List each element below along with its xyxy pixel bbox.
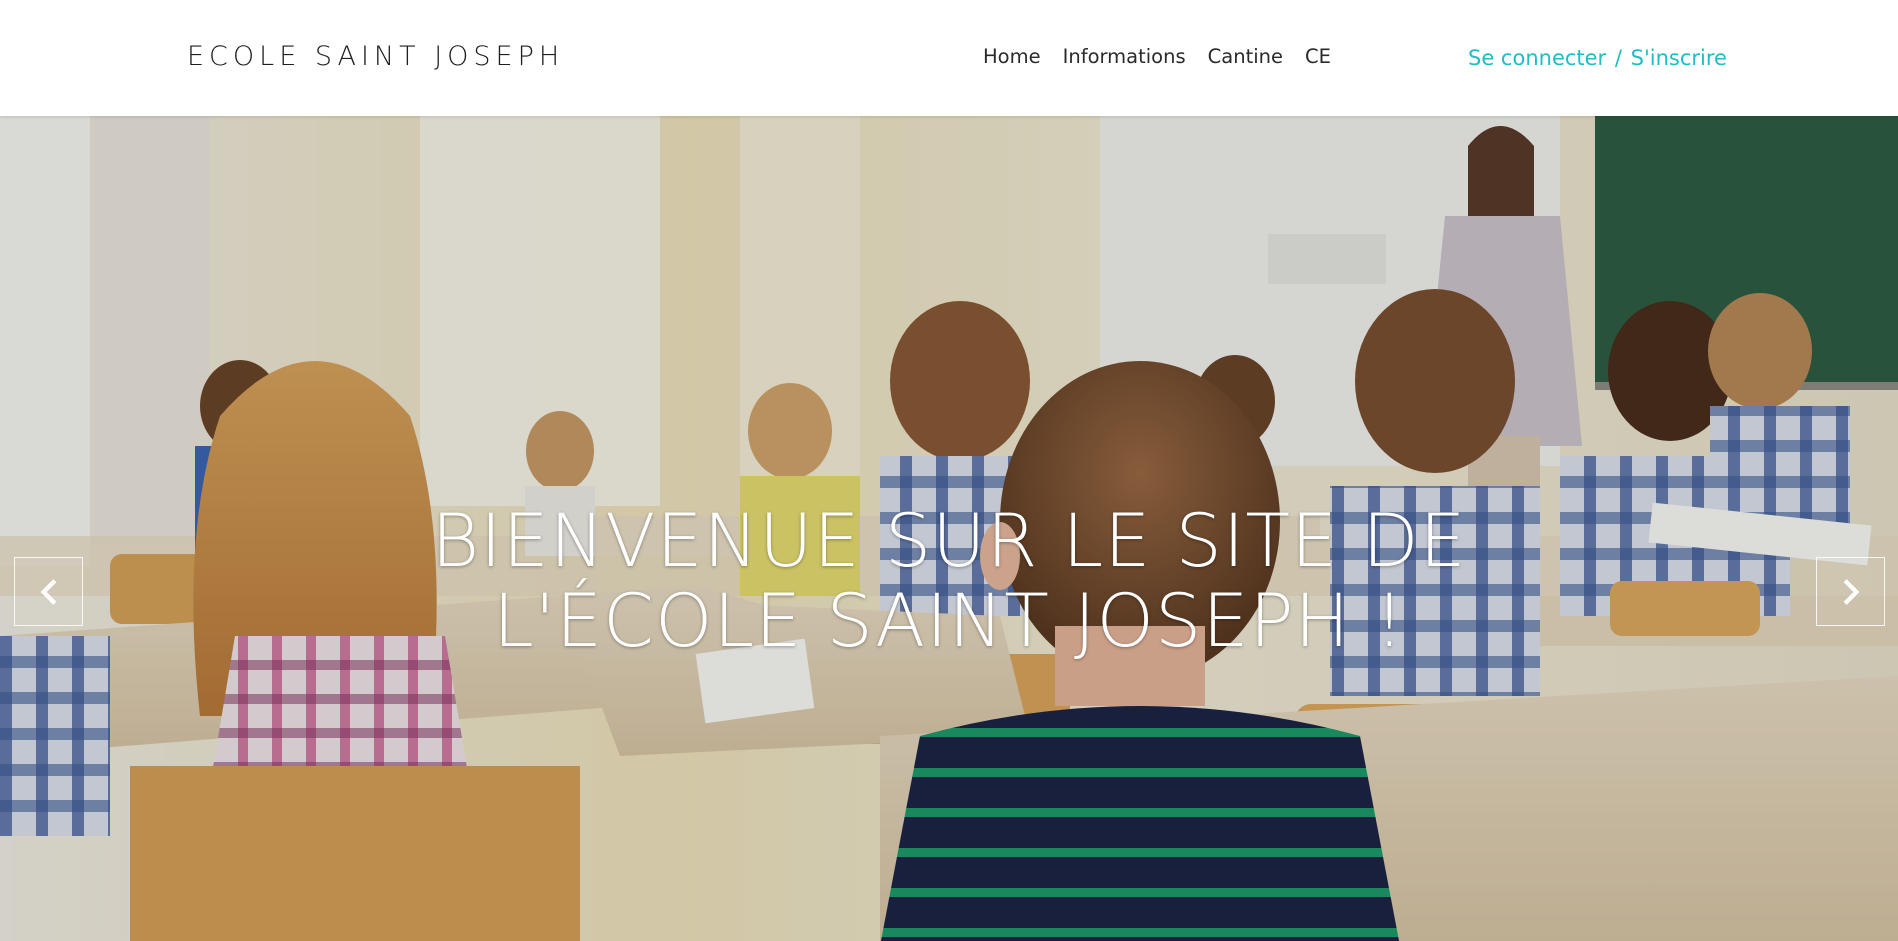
hero-carousel: BIENVENUE SUR LE SITE DE L'ÉCOLE SAINT J… <box>0 116 1898 941</box>
nav-item-home: Home <box>983 44 1063 70</box>
nav-item-ce: CE <box>1305 44 1353 70</box>
carousel-prev-button[interactable] <box>14 557 83 626</box>
auth-links: Se connecter / S'inscrire <box>1468 44 1727 72</box>
nav-item-informations: Informations <box>1063 44 1208 70</box>
nav-link-ce[interactable]: CE <box>1305 44 1331 70</box>
carousel-next-button[interactable] <box>1816 557 1885 626</box>
auth-separator: / <box>1614 46 1622 70</box>
chevron-left-icon <box>40 578 56 605</box>
hero-title-line-2: L'ÉCOLE SAINT JOSEPH ! <box>493 579 1405 664</box>
main-nav: Home Informations Cantine CE <box>983 44 1353 70</box>
site-header: ECOLE SAINT JOSEPH Home Informations Can… <box>0 0 1898 116</box>
register-link[interactable]: S'inscrire <box>1631 46 1727 70</box>
hero-title: BIENVENUE SUR LE SITE DE L'ÉCOLE SAINT J… <box>0 502 1898 662</box>
nav-link-home[interactable]: Home <box>983 44 1041 70</box>
login-link[interactable]: Se connecter <box>1468 46 1606 70</box>
nav-link-informations[interactable]: Informations <box>1063 44 1186 70</box>
nav-item-cantine: Cantine <box>1208 44 1305 70</box>
hero-title-line-1: BIENVENUE SUR LE SITE DE <box>431 499 1467 584</box>
site-logo-text[interactable]: ECOLE SAINT JOSEPH <box>187 39 564 75</box>
chevron-right-icon <box>1843 578 1859 605</box>
nav-link-cantine[interactable]: Cantine <box>1208 44 1283 70</box>
